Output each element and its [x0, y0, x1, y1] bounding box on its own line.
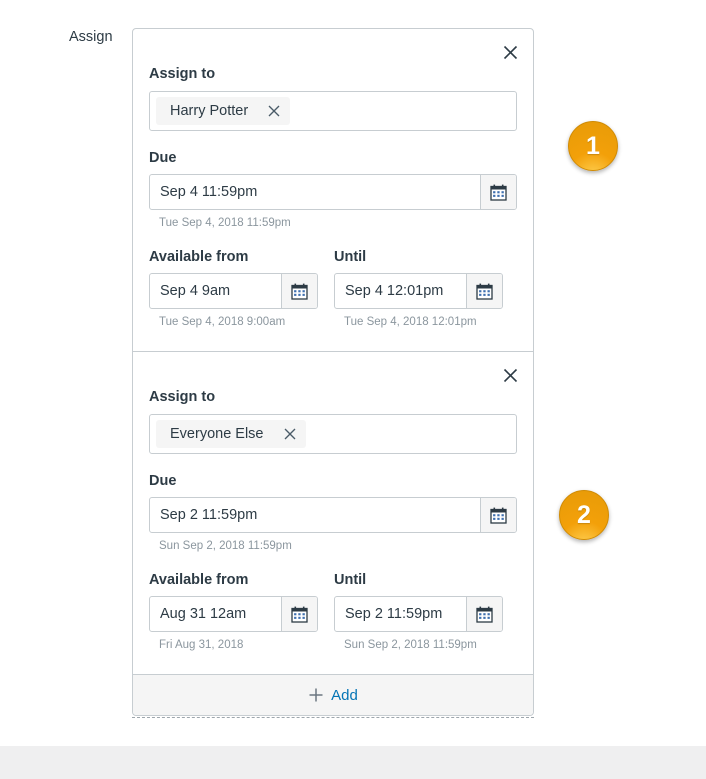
override-card: Assign to Harry Potter Due Sep 4 11:59pm… [133, 29, 533, 351]
add-override-footer: Add [133, 674, 533, 715]
assignee-token[interactable]: Harry Potter [156, 97, 291, 125]
calendar-icon[interactable] [480, 175, 516, 209]
due-date-input[interactable] [150, 175, 480, 209]
availability-row: Available from [149, 248, 517, 329]
due-date-control[interactable] [149, 497, 517, 533]
assign-field-label: Assign [69, 29, 113, 45]
available-from-input[interactable] [150, 597, 281, 631]
due-date-input[interactable] [150, 498, 480, 532]
available-from-help-text: Tue Sep 4, 2018 9:00am [159, 316, 286, 328]
available-from-control[interactable] [149, 596, 318, 632]
available-from-label: Available from [149, 572, 249, 588]
close-icon[interactable] [497, 362, 523, 388]
until-group: Until [334, 571, 503, 652]
until-label: Until [334, 249, 367, 265]
plus-icon [309, 688, 323, 702]
available-from-group: Available from [149, 248, 318, 329]
close-icon[interactable] [497, 39, 523, 65]
due-field-group: Due [149, 149, 517, 230]
until-control[interactable] [334, 596, 503, 632]
until-help-text: Sun Sep 2, 2018 11:59pm [344, 639, 477, 651]
assignee-name: Everyone Else [170, 426, 264, 442]
add-override-label: Add [331, 686, 358, 704]
calendar-icon[interactable] [466, 274, 502, 308]
callout-badge-2: 2 [559, 490, 609, 540]
assignee-token[interactable]: Everyone Else [156, 420, 306, 448]
until-group: Until [334, 248, 503, 329]
assign-to-input[interactable]: Harry Potter [149, 91, 517, 131]
until-control[interactable] [334, 273, 503, 309]
due-help-text: Sun Sep 2, 2018 11:59pm [159, 540, 292, 552]
available-from-label: Available from [149, 249, 249, 265]
due-label: Due [149, 473, 177, 489]
dashed-divider [132, 717, 534, 718]
due-label: Due [149, 150, 177, 166]
calendar-icon[interactable] [480, 498, 516, 532]
override-card: Assign to Everyone Else Due Sep 2 11:59p… [133, 351, 533, 674]
available-from-group: Available from [149, 571, 318, 652]
due-help-text: Tue Sep 4, 2018 11:59pm [159, 217, 291, 229]
page-root: Assign Assign to Harry Potter Due Sep 4 … [0, 0, 706, 779]
due-field-group: Due [149, 472, 517, 553]
availability-row: Available from [149, 571, 517, 652]
assign-to-input[interactable]: Everyone Else [149, 414, 517, 454]
due-date-control[interactable] [149, 174, 517, 210]
calendar-icon[interactable] [466, 597, 502, 631]
calendar-icon[interactable] [281, 274, 317, 308]
assign-to-label: Assign to [149, 389, 216, 405]
page-bottom-band [0, 746, 706, 779]
until-help-text: Tue Sep 4, 2018 12:01pm [344, 316, 477, 328]
available-from-input[interactable] [150, 274, 281, 308]
callout-badge-1: 1 [568, 121, 618, 171]
assignment-overrides-container: Assign to Harry Potter Due Sep 4 11:59pm… [132, 28, 534, 716]
available-from-control[interactable] [149, 273, 318, 309]
available-from-help-text: Fri Aug 31, 2018 [159, 639, 244, 651]
close-icon[interactable] [266, 103, 282, 119]
close-icon[interactable] [282, 426, 298, 442]
assignee-name: Harry Potter [170, 103, 249, 119]
until-label: Until [334, 572, 367, 588]
until-input[interactable] [335, 274, 466, 308]
until-input[interactable] [335, 597, 466, 631]
assign-to-label: Assign to [149, 66, 216, 82]
add-override-button[interactable]: Add [298, 683, 368, 708]
calendar-icon[interactable] [281, 597, 317, 631]
